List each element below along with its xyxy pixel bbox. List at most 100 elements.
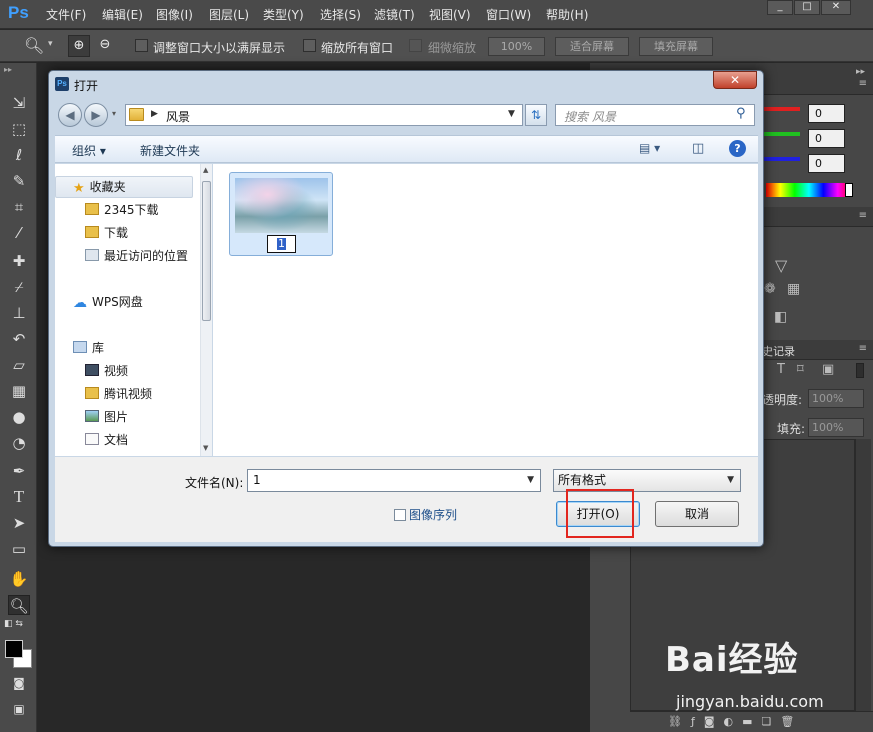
tool-preset-arrow-icon[interactable]: ▾ — [48, 39, 53, 49]
red-value-field[interactable]: 0 — [808, 104, 845, 123]
scroll-up-icon[interactable]: ▲ — [203, 166, 208, 174]
blue-value-field[interactable]: 0 — [808, 154, 845, 173]
zoom-tool-icon[interactable]: 🔍︎ — [24, 36, 44, 55]
zoom-in-icon[interactable]: ⊕ — [68, 35, 90, 57]
menu-layer[interactable]: 图层(L) — [209, 6, 249, 23]
lasso-tool-icon[interactable]: ℓ — [8, 145, 30, 165]
brush-tool-icon[interactable]: ⌿ — [8, 277, 30, 297]
minimize-button[interactable]: _ — [767, 0, 793, 15]
smart-object-filter-icon[interactable]: ▣ — [822, 362, 834, 377]
levels-triangle-icon[interactable]: ▽ — [775, 256, 787, 275]
gradient-map-icon[interactable]: ◧ — [774, 309, 787, 325]
color-spectrum[interactable] — [766, 183, 852, 197]
channel-mixer-icon[interactable]: ❁ — [764, 281, 776, 297]
color-lookup-icon[interactable]: ▦ — [787, 281, 800, 297]
zoom-tool-active-icon[interactable]: 🔍︎ — [8, 595, 30, 615]
zoom-all-checkbox[interactable] — [303, 39, 316, 52]
file-item[interactable]: 1 — [229, 172, 333, 256]
type-filter-icon[interactable]: T — [777, 362, 785, 377]
fill-screen-button[interactable]: 填充屏幕 — [639, 37, 713, 56]
nav-scroll-thumb[interactable] — [202, 181, 211, 321]
fill-field[interactable]: 100% — [808, 418, 864, 437]
hand-tool-icon[interactable]: ✋ — [8, 569, 30, 589]
marquee-tool-icon[interactable]: ⬚ — [8, 119, 30, 139]
search-box[interactable]: 搜索 风景 ⚲ — [555, 104, 755, 126]
green-value-field[interactable]: 0 — [808, 129, 845, 148]
recent-locations-icon[interactable]: ▾ — [112, 109, 116, 118]
type-tool-icon[interactable]: T — [8, 487, 30, 507]
back-button[interactable]: ◀ — [58, 103, 82, 127]
cancel-button[interactable]: 取消 — [655, 501, 739, 527]
quick-mask-icon[interactable]: ◙ — [8, 673, 30, 693]
toolbox-collapse-icon[interactable]: ▸▸ — [4, 65, 12, 74]
stamp-tool-icon[interactable]: ⊥ — [8, 303, 30, 323]
new-folder-button[interactable]: 新建文件夹 — [140, 142, 200, 159]
menu-file[interactable]: 文件(F) — [46, 6, 86, 23]
adjustments-panel-menu-icon[interactable]: ≡ — [859, 210, 867, 221]
dialog-close-button[interactable]: ✕ — [713, 71, 757, 89]
menu-filter[interactable]: 滤镜(T) — [374, 6, 415, 23]
scroll-down-icon[interactable]: ▼ — [203, 444, 208, 452]
zoom-100-button[interactable]: 100% — [488, 37, 545, 56]
new-layer-icon[interactable]: ❏ — [762, 715, 781, 728]
menu-help[interactable]: 帮助(H) — [546, 6, 588, 23]
default-colors-icon[interactable]: ◧ ⇆ — [4, 619, 23, 629]
shape-tool-icon[interactable]: ▭ — [8, 539, 30, 559]
layer-mask-icon[interactable]: ◙ — [704, 715, 724, 728]
nav-wps-drive[interactable]: ☁ WPS网盘 — [73, 291, 218, 313]
organize-button[interactable]: 组织 ▾ — [72, 142, 106, 159]
screen-mode-icon[interactable]: ▣ — [8, 699, 30, 719]
foreground-color-swatch[interactable] — [5, 640, 23, 658]
quick-select-tool-icon[interactable]: ✎ — [8, 171, 30, 191]
history-tab[interactable]: 史记录 — [762, 343, 795, 359]
nav-scrollbar[interactable]: ▲ ▼ — [200, 164, 212, 456]
layer-style-icon[interactable]: ƒ — [691, 715, 704, 728]
menu-edit[interactable]: 编辑(E) — [102, 6, 143, 23]
path-select-tool-icon[interactable]: ➤ — [8, 513, 30, 533]
menu-view[interactable]: 视图(V) — [429, 6, 471, 23]
healing-brush-tool-icon[interactable]: ✚ — [8, 251, 30, 271]
filename-dropdown-icon[interactable]: ▼ — [527, 470, 534, 491]
blue-slider[interactable] — [760, 157, 800, 161]
move-tool-icon[interactable]: ⇲ — [8, 93, 30, 113]
nav-library[interactable]: 库 — [73, 337, 218, 359]
filter-toggle[interactable] — [856, 363, 864, 378]
resize-windows-checkbox[interactable] — [135, 39, 148, 52]
scrubby-zoom-checkbox[interactable] — [409, 39, 422, 52]
nav-favorites[interactable]: ★ 收藏夹 — [73, 176, 218, 198]
search-icon[interactable]: ⚲ — [736, 106, 746, 121]
image-sequence-checkbox[interactable] — [394, 509, 406, 521]
color-panel-menu-icon[interactable]: ≡ — [859, 78, 867, 89]
maximize-button[interactable]: □ — [794, 0, 820, 15]
green-slider[interactable] — [760, 132, 800, 136]
menu-image[interactable]: 图像(I) — [156, 6, 193, 23]
refresh-icon[interactable]: ⇅ — [525, 104, 547, 126]
eyedropper-tool-icon[interactable]: ⁄ — [8, 223, 30, 243]
eraser-tool-icon[interactable]: ▱ — [8, 355, 30, 375]
opacity-field[interactable]: 100% — [808, 389, 864, 408]
close-app-button[interactable]: ✕ — [821, 0, 851, 15]
fit-screen-button[interactable]: 适合屏幕 — [555, 37, 629, 56]
forward-button[interactable]: ▶ — [84, 103, 108, 127]
breadcrumb-folder[interactable]: 风景 — [166, 108, 190, 125]
filename-input[interactable]: 1 ▼ — [247, 469, 541, 492]
shape-filter-icon[interactable]: ⌑ — [797, 362, 804, 377]
help-icon[interactable]: ? — [729, 140, 746, 157]
layers-scrollbar[interactable] — [855, 439, 871, 711]
change-view-icon[interactable]: ▤ ▾ — [639, 141, 660, 155]
menu-select[interactable]: 选择(S) — [320, 6, 361, 23]
spectrum-white-chip[interactable] — [845, 183, 853, 197]
link-layers-icon[interactable]: ⛓ — [668, 715, 691, 728]
preview-pane-icon[interactable]: ◫ — [692, 141, 704, 156]
menu-window[interactable]: 窗口(W) — [486, 6, 531, 23]
format-dropdown-icon[interactable]: ▼ — [727, 470, 734, 491]
crop-tool-icon[interactable]: ⌗ — [8, 197, 30, 217]
history-brush-tool-icon[interactable]: ↶ — [8, 329, 30, 349]
zoom-out-icon[interactable]: ⊖ — [94, 35, 116, 57]
red-slider[interactable] — [760, 107, 800, 111]
adjustment-layer-icon[interactable]: ◐ — [724, 715, 743, 728]
gradient-tool-icon[interactable]: ▦ — [8, 381, 30, 401]
menu-type[interactable]: 类型(Y) — [263, 6, 304, 23]
address-dropdown-icon[interactable]: ▼ — [508, 109, 515, 119]
pen-tool-icon[interactable]: ✒ — [8, 461, 30, 481]
